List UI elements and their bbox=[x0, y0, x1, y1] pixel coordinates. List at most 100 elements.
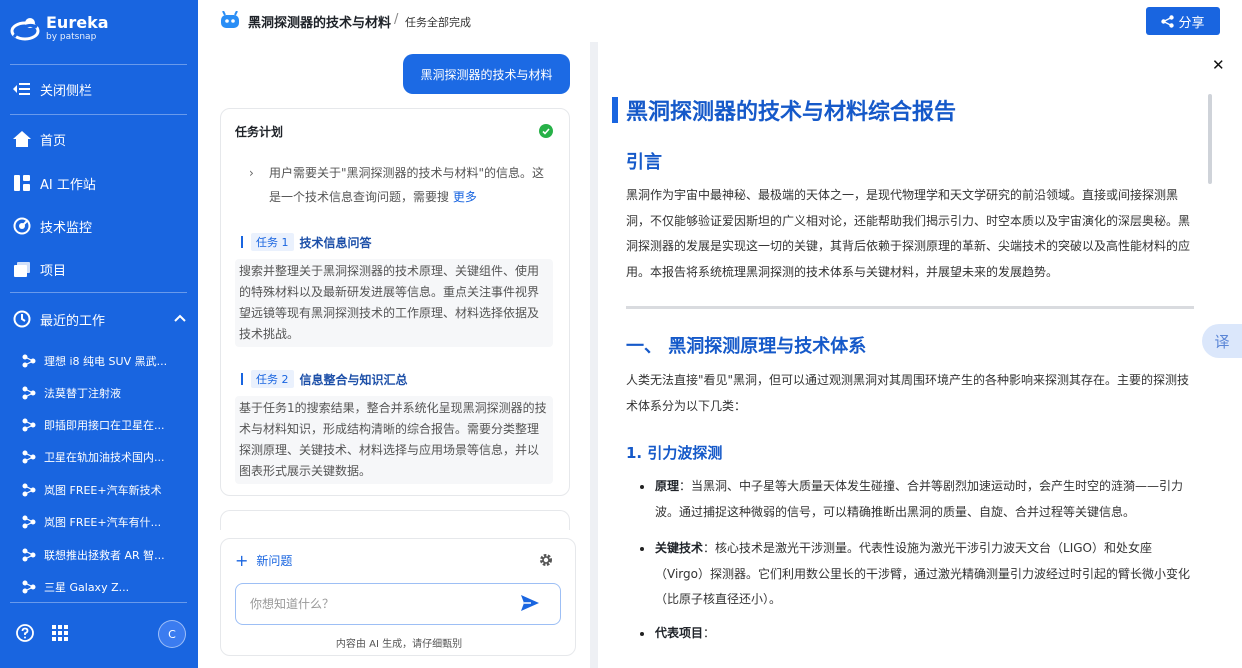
task-number: 任务 2 bbox=[251, 370, 294, 388]
help-icon[interactable] bbox=[16, 624, 34, 646]
check-circle-icon bbox=[539, 124, 553, 138]
divider bbox=[10, 64, 187, 65]
sidebar-item-label: AI 工作站 bbox=[40, 177, 96, 193]
summary-text: 用户需要关于"黑洞探测器的技术与材料"的信息。这是一个技术信息查询问题，需要搜 bbox=[269, 166, 545, 204]
plus-icon: + bbox=[235, 551, 249, 570]
bullet-label: 原理 bbox=[655, 479, 680, 493]
collapse-sidebar-button[interactable]: 关闭侧栏 bbox=[12, 76, 92, 102]
sidebar: Eureka by patsnap 关闭侧栏 首页 AI 工作站 技术监控 项目 bbox=[0, 0, 198, 668]
task-description: 基于任务1的搜索结果，整合并系统化呈现黑洞探测器的技术与材料知识，形成结构清晰的… bbox=[235, 396, 553, 484]
avatar[interactable]: C bbox=[158, 620, 186, 648]
task-header: 任务 2 信息整合与知识汇总 bbox=[241, 370, 408, 388]
workflow-icon bbox=[22, 483, 36, 497]
recent-work-item[interactable]: 法莫替丁注射液 bbox=[22, 383, 182, 403]
close-icon[interactable]: ✕ bbox=[1212, 56, 1225, 74]
report-title-text: 黑洞探测器的技术与材料综合报告 bbox=[626, 100, 957, 125]
workflow-icon bbox=[22, 418, 36, 432]
apps-grid-icon[interactable] bbox=[52, 625, 68, 645]
history-icon bbox=[12, 309, 32, 329]
sidebar-item-home[interactable]: 首页 bbox=[12, 126, 66, 152]
list-item: 原理：当黑洞、中子星等大质量天体发生碰撞、合并等剧烈加速运动时，会产生时空的涟漪… bbox=[640, 474, 1196, 525]
sidebar-item-label: 首页 bbox=[40, 133, 67, 149]
sidebar-item-projects[interactable]: 项目 bbox=[12, 256, 66, 282]
sidebar-item-label: 技术监控 bbox=[40, 220, 93, 236]
chevron-right-icon[interactable]: › bbox=[249, 161, 254, 185]
bullet-text: ：当黑洞、中子星等大质量天体发生碰撞、合并等剧烈加速运动时，会产生时空的涟漪——… bbox=[655, 479, 1184, 519]
robot-icon bbox=[220, 10, 240, 29]
report-title: 黑洞探测器的技术与材料综合报告 bbox=[612, 94, 956, 126]
chevron-up-icon[interactable] bbox=[174, 311, 186, 326]
folder-icon bbox=[12, 259, 32, 279]
list-item: 代表项目： bbox=[640, 621, 1196, 647]
translate-button[interactable]: 译 bbox=[1202, 324, 1242, 358]
section1-paragraph: 人类无法直接"看见"黑洞，但可以通过观测黑洞对其周围环境产生的各种影响来探测其存… bbox=[626, 373, 1190, 413]
plan-title: 任务计划 bbox=[235, 125, 284, 139]
report-panel: ✕ 黑洞探测器的技术与材料综合报告 引言 黑洞作为宇宙中最神秘、最极端的天体之一… bbox=[598, 42, 1242, 668]
more-link[interactable]: 更多 bbox=[453, 190, 477, 204]
brand-name: Eureka bbox=[46, 13, 109, 32]
panel-divider[interactable] bbox=[590, 42, 598, 668]
bullet-label: 关键技术 bbox=[655, 541, 704, 555]
recent-work-label: 联想推出拯救者 AR 智... bbox=[44, 549, 165, 562]
page-title: 黑洞探测器的技术与材料 bbox=[248, 16, 392, 31]
recent-work-item[interactable]: 理想 i8 纯电 SUV 黑武... bbox=[22, 351, 182, 371]
new-question-label: 新问题 bbox=[256, 554, 293, 568]
recent-work-label: 法莫替丁注射液 bbox=[44, 387, 121, 400]
sidebar-item-label: 项目 bbox=[40, 263, 67, 279]
eureka-logo-icon bbox=[10, 15, 40, 43]
home-icon bbox=[12, 129, 32, 149]
plan-summary: › 用户需要关于"黑洞探测器的技术与材料"的信息。这是一个技术信息查询问题，需要… bbox=[249, 161, 554, 209]
divider bbox=[10, 602, 187, 603]
workstation-icon bbox=[12, 173, 32, 193]
recent-work-label: 岚图 FREE+汽车有什... bbox=[44, 516, 162, 529]
workflow-icon bbox=[22, 580, 36, 594]
intro-heading: 引言 bbox=[626, 152, 662, 173]
question-input[interactable] bbox=[235, 583, 561, 625]
task-header: 任务 1 技术信息问答 bbox=[241, 233, 372, 251]
recent-work-item[interactable]: 卫星在轨加油技术国内... bbox=[22, 447, 182, 467]
send-icon[interactable] bbox=[521, 595, 539, 613]
sidebar-item-tech-monitor[interactable]: 技术监控 bbox=[12, 213, 92, 239]
recent-work-item[interactable]: 即插即用接口在卫星在... bbox=[22, 415, 182, 435]
recent-work-label: 卫星在轨加油技术国内... bbox=[44, 451, 165, 464]
settings-gear-icon[interactable] bbox=[539, 553, 553, 567]
new-question-button[interactable]: + 新问题 bbox=[235, 551, 292, 570]
recent-work-label: 最近的工作 bbox=[40, 313, 106, 329]
task-name: 技术信息问答 bbox=[299, 235, 372, 250]
bullet-text: ：核心技术是激光干涉测量。代表性设施为激光干涉引力波天文台（LIGO）和处女座（… bbox=[655, 541, 1190, 606]
recent-work-item[interactable]: 岚图 FREE+汽车有什... bbox=[22, 512, 182, 532]
chat-panel: 黑洞探测器的技术与材料 任务计划 › 用户需要关于"黑洞探测器的技术与材料"的信… bbox=[198, 42, 590, 668]
section1-heading: 一、 黑洞探测原理与技术体系 bbox=[626, 336, 867, 357]
recent-work-item[interactable]: 岚图 FREE+汽车新技术 bbox=[22, 480, 182, 500]
share-button[interactable]: 分享 bbox=[1146, 7, 1220, 35]
ai-disclaimer: 内容由 AI 生成，请仔细甄别 bbox=[335, 639, 463, 650]
report-scrollbar[interactable] bbox=[1208, 94, 1212, 184]
brand-logo[interactable]: Eureka by patsnap bbox=[10, 14, 109, 43]
workflow-icon bbox=[22, 386, 36, 400]
brand-sub: by patsnap bbox=[46, 32, 97, 42]
workflow-icon bbox=[22, 450, 36, 464]
recent-work-item[interactable]: 三星 Galaxy Z... bbox=[22, 577, 182, 597]
task-description: 搜索并整理关于黑洞探测器的技术原理、关键组件、使用的特殊材料以及最新研发进展等信… bbox=[235, 259, 553, 347]
recent-work-label: 岚图 FREE+汽车新技术 bbox=[44, 484, 162, 497]
workflow-icon bbox=[22, 354, 36, 368]
share-icon bbox=[1161, 14, 1175, 28]
divider bbox=[10, 114, 187, 115]
share-label: 分享 bbox=[1178, 15, 1205, 31]
monitor-icon bbox=[12, 216, 32, 236]
bullet-text: ： bbox=[703, 626, 716, 640]
sidebar-item-ai-workstation[interactable]: AI 工作站 bbox=[12, 170, 96, 196]
composer: + 新问题 内容由 AI 生成，请仔细甄别 bbox=[220, 538, 576, 656]
subsection-heading: 1. 引力波探测 bbox=[626, 444, 723, 462]
breadcrumb-separator: / bbox=[394, 12, 399, 27]
divider bbox=[10, 292, 187, 293]
section-divider bbox=[626, 306, 1194, 309]
next-message-card bbox=[220, 510, 570, 530]
recent-work-toggle[interactable]: 最近的工作 bbox=[12, 306, 105, 332]
collapse-icon bbox=[12, 79, 32, 99]
collapse-sidebar-label: 关闭侧栏 bbox=[40, 83, 93, 99]
task-status: 任务全部完成 bbox=[405, 16, 471, 29]
list-item: 关键技术：核心技术是激光干涉测量。代表性设施为激光干涉引力波天文台（LIGO）和… bbox=[640, 536, 1196, 613]
intro-paragraph: 黑洞作为宇宙中最神秘、最极端的天体之一，是现代物理学和天文学研究的前沿领域。直接… bbox=[626, 188, 1191, 279]
recent-work-item[interactable]: 联想推出拯救者 AR 智... bbox=[22, 545, 182, 565]
